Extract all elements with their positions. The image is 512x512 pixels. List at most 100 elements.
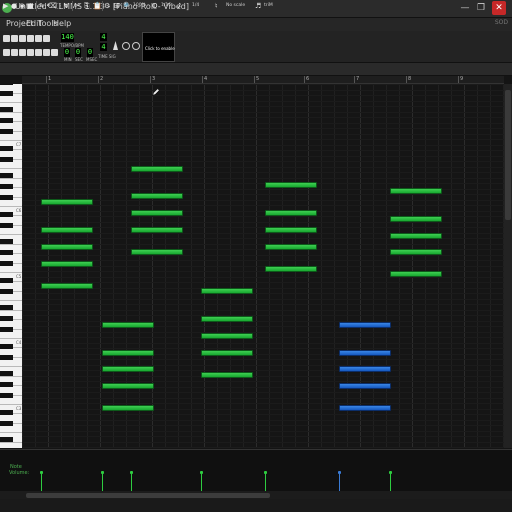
note-volume-bar[interactable] <box>390 472 391 491</box>
note-volume-handle[interactable] <box>130 471 133 474</box>
black-key[interactable] <box>0 90 13 96</box>
timesig-numerator[interactable]: 4 <box>100 33 107 41</box>
note-volume-bar[interactable] <box>131 472 132 491</box>
midi-note[interactable] <box>201 333 253 339</box>
black-key[interactable] <box>0 437 13 442</box>
midi-note[interactable] <box>201 350 253 356</box>
midi-note[interactable] <box>41 227 93 233</box>
note-volume-handle[interactable] <box>389 471 392 474</box>
record-icon[interactable]: ● <box>11 2 17 10</box>
paste-icon[interactable]: 📋 <box>93 2 102 10</box>
note-length-select[interactable]: 1/4 <box>192 3 199 8</box>
black-key[interactable] <box>0 409 13 415</box>
select-mode-icon[interactable]: ⬚ <box>55 2 62 10</box>
midi-note[interactable] <box>265 210 317 216</box>
midi-note[interactable] <box>41 244 93 250</box>
black-key[interactable] <box>0 382 13 387</box>
black-key[interactable] <box>0 118 13 123</box>
black-key[interactable] <box>0 277 13 283</box>
midi-note[interactable] <box>201 288 253 294</box>
black-key[interactable] <box>0 250 13 255</box>
note-volume-bar[interactable] <box>265 472 266 491</box>
midi-note[interactable] <box>41 199 93 205</box>
black-key[interactable] <box>0 84 13 85</box>
project-notes-icon[interactable] <box>43 49 50 56</box>
midi-note[interactable] <box>102 350 154 356</box>
note-volume-handle[interactable] <box>101 471 104 474</box>
midi-note[interactable] <box>390 271 442 277</box>
midi-note[interactable] <box>265 227 317 233</box>
master-pitch-knob-icon[interactable] <box>132 42 140 50</box>
vertical-scrollbar-thumb[interactable] <box>505 90 511 220</box>
midi-note[interactable] <box>265 266 317 272</box>
midi-note[interactable] <box>102 405 154 411</box>
controller-rack-icon[interactable] <box>51 49 58 56</box>
midi-note[interactable] <box>131 227 183 233</box>
fx-mixer-icon[interactable] <box>35 49 42 56</box>
note-volume-bar[interactable] <box>41 472 42 491</box>
black-key[interactable] <box>0 129 13 134</box>
copy-icon[interactable]: ⎘ <box>84 2 90 10</box>
piano-roll-icon[interactable] <box>19 49 26 56</box>
black-key[interactable] <box>0 305 13 310</box>
note-volume-handle[interactable] <box>40 471 43 474</box>
black-key[interactable] <box>0 211 13 217</box>
timeline-ruler[interactable] <box>22 76 504 84</box>
timesig-denominator[interactable]: 4 <box>100 43 107 51</box>
new-project-icon[interactable] <box>3 35 10 42</box>
midi-note[interactable] <box>201 372 253 378</box>
midi-note[interactable] <box>131 210 183 216</box>
black-key[interactable] <box>0 222 13 228</box>
record-while-playing-icon[interactable]: ◉ <box>19 2 25 10</box>
midi-note[interactable] <box>265 244 317 250</box>
midi-note[interactable] <box>102 322 154 328</box>
horizontal-scrollbar-thumb[interactable] <box>26 493 270 498</box>
midi-note[interactable] <box>265 182 317 188</box>
midi-note[interactable] <box>390 249 442 255</box>
black-key[interactable] <box>0 184 13 189</box>
detune-mode-icon[interactable]: ↯ <box>63 2 69 10</box>
close-button[interactable]: ✕ <box>492 1 506 15</box>
cut-icon[interactable]: ✂ <box>75 2 81 10</box>
midi-note[interactable] <box>131 193 183 199</box>
play-icon[interactable]: ▶ <box>3 2 8 10</box>
stop-icon[interactable]: ■ <box>27 2 34 10</box>
midi-note[interactable] <box>102 366 154 372</box>
black-key[interactable] <box>0 420 13 426</box>
beat-bassline-icon[interactable] <box>11 49 18 56</box>
black-key[interactable] <box>0 371 13 376</box>
save-project-icon[interactable] <box>35 35 42 42</box>
black-key[interactable] <box>0 107 13 112</box>
midi-note[interactable] <box>339 322 391 328</box>
piano-keyboard[interactable]: C7C6C5C4C3C2 <box>0 84 22 448</box>
midi-note[interactable] <box>390 216 442 222</box>
midi-note[interactable] <box>131 166 183 172</box>
automation-editor-icon[interactable] <box>27 49 34 56</box>
note-grid[interactable] <box>22 84 504 448</box>
midi-note[interactable] <box>339 383 391 389</box>
midi-note[interactable] <box>390 233 442 239</box>
black-key[interactable] <box>0 393 13 398</box>
black-key[interactable] <box>0 156 13 162</box>
scale-select[interactable]: No scale <box>226 3 245 8</box>
tempo-lcd[interactable]: 140 <box>61 33 74 42</box>
black-key[interactable] <box>0 316 13 321</box>
chord-select[interactable]: triM <box>264 3 273 8</box>
black-key[interactable] <box>0 173 13 178</box>
midi-note[interactable] <box>390 188 442 194</box>
midi-note[interactable] <box>201 316 253 322</box>
song-preview-oscilloscope[interactable]: Click to enable <box>142 32 175 62</box>
song-editor-icon[interactable] <box>3 49 10 56</box>
quantize-snap-icon[interactable]: ⊞ <box>114 2 120 10</box>
note-volume-area[interactable] <box>0 449 512 492</box>
zoom-select[interactable]: 100% <box>133 3 146 8</box>
black-key[interactable] <box>0 145 13 151</box>
edit-icon[interactable]: ⚙ <box>104 2 110 10</box>
note-volume-handle[interactable] <box>338 471 341 474</box>
midi-note[interactable] <box>41 283 93 289</box>
note-volume-bar[interactable] <box>201 472 202 491</box>
midi-note[interactable] <box>339 405 391 411</box>
new-from-template-icon[interactable] <box>11 35 18 42</box>
master-volume-knob-icon[interactable] <box>122 42 130 50</box>
black-key[interactable] <box>0 343 13 349</box>
